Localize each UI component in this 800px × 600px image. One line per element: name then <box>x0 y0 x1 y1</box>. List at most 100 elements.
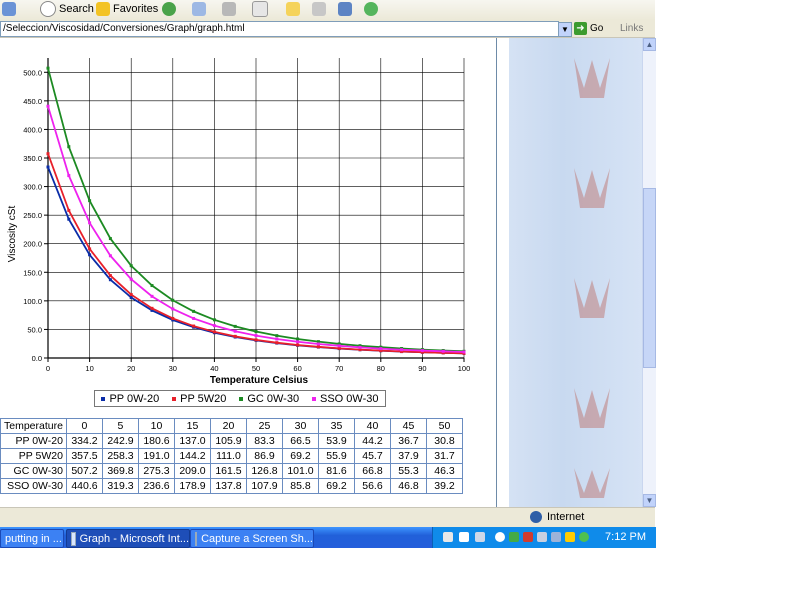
legend-label: PP 5W20 <box>180 392 227 405</box>
mail-button[interactable] <box>192 0 209 18</box>
table-cell: 55.3 <box>389 463 427 479</box>
series-2-point <box>296 343 300 347</box>
scroll-down-button[interactable]: ▼ <box>643 494 656 507</box>
search-button[interactable]: Search <box>40 0 94 18</box>
mail-icon <box>192 2 206 16</box>
print-icon <box>222 2 236 16</box>
ie-icon <box>71 531 76 546</box>
display-icon[interactable] <box>537 532 547 542</box>
history-button[interactable] <box>162 0 179 18</box>
address-input[interactable]: /Seleccion/Viscosidad/Conversiones/Graph… <box>0 21 559 37</box>
search-label: Search <box>59 3 94 15</box>
research-button[interactable] <box>312 0 329 18</box>
series-4-point <box>88 221 92 225</box>
table-header-cell: 50 <box>425 418 463 434</box>
scroll-up-button[interactable]: ▲ <box>643 38 656 51</box>
update-icon[interactable] <box>579 532 589 542</box>
table-cell: 69.2 <box>281 448 319 464</box>
table-cell: 507.2 <box>65 463 103 479</box>
table-cell: 46.8 <box>389 478 427 494</box>
table-cell: 126.8 <box>245 463 283 479</box>
table-cell: 258.3 <box>101 448 139 464</box>
x-tick-label: 70 <box>335 364 343 373</box>
series-3-point <box>275 334 279 338</box>
series-2-point <box>233 334 237 338</box>
research-icon <box>312 2 326 16</box>
table-cell: 180.6 <box>137 433 175 449</box>
chart-legend: PP 0W-20 PP 5W20 GC 0W-30 SSO 0W-30 <box>94 390 386 407</box>
table-cell: 81.6 <box>317 463 355 479</box>
series-4-point <box>192 316 196 320</box>
table-cell: 137.8 <box>209 478 247 494</box>
series-4-point <box>108 254 112 258</box>
chevron-down-icon: ▼ <box>645 496 654 505</box>
table-cell: 69.2 <box>317 478 355 494</box>
messenger-button[interactable] <box>364 0 381 18</box>
legend-label: PP 0W-20 <box>109 392 160 405</box>
go-label: Go <box>590 23 604 34</box>
shield-icon[interactable] <box>509 532 519 542</box>
monitor-icon[interactable] <box>551 532 561 542</box>
scroll-thumb[interactable] <box>643 188 656 368</box>
task-button-3[interactable]: Capture a Screen Sh... <box>190 529 314 548</box>
go-button[interactable]: ➜ Go <box>574 21 603 36</box>
series-4-point <box>67 174 71 178</box>
address-dropdown-button[interactable]: ▼ <box>558 22 572 37</box>
home-button[interactable] <box>2 0 19 18</box>
legend-item-1: PP 0W-20 <box>101 393 159 405</box>
series-1-point <box>108 278 112 282</box>
favorites-label: Favorites <box>113 3 159 15</box>
table-cell: 55.9 <box>317 448 355 464</box>
series-2-point <box>67 208 71 212</box>
series-3-point <box>67 145 71 149</box>
series-4-point <box>379 347 383 351</box>
legend-item-3: GC 0W-30 <box>239 393 299 405</box>
back-icon[interactable] <box>495 532 505 542</box>
chevron-up-icon: ▲ <box>645 40 654 49</box>
y-tick-label: 350.0 <box>23 154 42 163</box>
series-3-point <box>212 318 216 322</box>
speaker-icon[interactable] <box>565 532 575 542</box>
browser-toolbar: Search Favorites <box>0 0 655 21</box>
series-2-point <box>150 306 154 310</box>
series-4-point <box>441 349 445 353</box>
series-3-point <box>254 330 258 334</box>
print-button[interactable] <box>222 0 239 18</box>
folder-button[interactable] <box>286 0 303 18</box>
legend-item-4: SSO 0W-30 <box>312 393 379 405</box>
chevron-down-icon: ▼ <box>561 25 569 34</box>
antivirus-icon[interactable] <box>523 532 533 542</box>
tray-app-icon[interactable] <box>459 532 469 542</box>
series-2-point <box>316 345 320 349</box>
table-cell: 85.8 <box>281 478 319 494</box>
table-cell: 137.0 <box>173 433 211 449</box>
pen-icon[interactable] <box>443 532 453 542</box>
network-icon[interactable] <box>475 532 485 542</box>
legend-swatch <box>312 396 316 401</box>
task-button-2[interactable]: Graph - Microsoft Int... <box>66 529 190 548</box>
x-tick-label: 100 <box>458 364 471 373</box>
magnifier-button[interactable] <box>338 0 355 18</box>
messenger-icon <box>364 2 378 16</box>
series-2-point <box>46 152 50 156</box>
viscosity-chart: 0 10 20 30 40 50 60 70 80 90 100 0.0 50.0 100.0 150.0 2… <box>7 58 471 386</box>
series-3-point <box>108 237 112 241</box>
edit-button[interactable] <box>252 0 271 18</box>
links-label[interactable]: Links <box>620 23 643 34</box>
table-row: PP 0W-20 334.2 242.9 180.6 137.0 105.9 83.3 66.… <box>0 433 463 449</box>
table-cell: 45.7 <box>353 448 391 464</box>
series-4-point <box>337 344 341 348</box>
series-3-point <box>171 298 175 302</box>
table-cell: 66.5 <box>281 433 319 449</box>
task-button-1[interactable]: putting in ... <box>0 529 64 548</box>
task-label-2: Graph - Microsoft Int... <box>79 532 189 545</box>
table-header-cell: 20 <box>209 418 247 434</box>
series-4-point <box>275 337 279 341</box>
table-header-row: Temperature 0 5 10 15 20 25 30 35 40 45 50 <box>0 418 463 434</box>
magnifier-icon <box>338 2 352 16</box>
table-row-label: PP 0W-20 <box>0 433 67 449</box>
favorites-button[interactable]: Favorites <box>96 0 158 18</box>
table-row: PP 5W20 357.5 258.3 191.0 144.2 111.0 86.9 69.2… <box>0 448 463 464</box>
table-header-cell: 10 <box>137 418 175 434</box>
vertical-scrollbar[interactable]: ▲ ▼ <box>642 38 656 507</box>
